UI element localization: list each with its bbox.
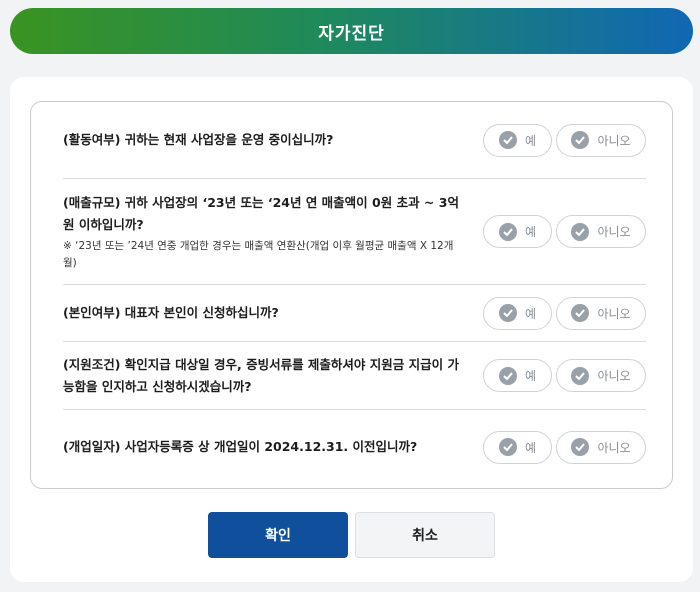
question-row: (본인여부) 대표자 본인이 신청하십니까? 예 아니오 <box>63 285 646 342</box>
question-text: (개업일자) 사업자등록증 상 개업일이 2024.12.31. 이전입니까? <box>63 439 418 454</box>
page-title: 자가진단 <box>318 23 385 44</box>
question-text: (지원조건) 확인지급 대상일 경우, 증빙서류를 제출하셔야 지원금 지급이 … <box>63 356 459 394</box>
question-note: ※ ‘23년 또는 ’24년 연중 개업한 경우는 매출액 연환산(개업 이후 … <box>63 239 454 269</box>
no-option[interactable]: 아니오 <box>556 296 646 330</box>
answer-options: 예 아니오 <box>483 359 646 392</box>
yes-option[interactable]: 예 <box>483 123 552 157</box>
yes-label: 예 <box>524 440 537 455</box>
yes-option[interactable]: 예 <box>483 215 552 248</box>
check-icon <box>498 131 517 149</box>
question-list: (활동여부) 귀하는 현재 사업장을 운영 중이십니까? 예 아니오 (매출규모… <box>30 101 673 489</box>
yes-label: 예 <box>524 133 537 148</box>
title-bar: 자가진단 <box>10 8 693 54</box>
no-label: 아니오 <box>597 306 631 321</box>
check-icon <box>571 131 590 149</box>
check-icon <box>498 438 517 456</box>
yes-option[interactable]: 예 <box>483 430 552 464</box>
answer-options: 예 아니오 <box>483 430 646 464</box>
no-option[interactable]: 아니오 <box>556 123 646 157</box>
no-option[interactable]: 아니오 <box>556 359 646 392</box>
question: (매출규모) 귀하 사업장의 ‘23년 또는 ‘24년 연 매출액이 0원 초과… <box>63 192 463 272</box>
question-row: (개업일자) 사업자등록증 상 개업일이 2024.12.31. 이전입니까? … <box>63 410 646 484</box>
check-icon <box>498 366 517 385</box>
check-icon <box>571 304 590 322</box>
no-label: 아니오 <box>597 369 631 383</box>
question: (개업일자) 사업자등록증 상 개업일이 2024.12.31. 이전입니까? <box>63 436 463 458</box>
question-text: (활동여부) 귀하는 현재 사업장을 운영 중이십니까? <box>63 132 334 147</box>
question-text: (본인여부) 대표자 본인이 신청하십니까? <box>63 305 279 320</box>
answer-options: 예 아니오 <box>483 296 646 330</box>
no-label: 아니오 <box>597 225 631 239</box>
yes-label: 예 <box>524 369 537 383</box>
check-icon <box>571 222 590 241</box>
question-row: (지원조건) 확인지급 대상일 경우, 증빙서류를 제출하셔야 지원금 지급이 … <box>63 342 646 410</box>
no-option[interactable]: 아니오 <box>556 215 646 248</box>
check-icon <box>498 304 517 322</box>
answer-options: 예 아니오 <box>483 215 646 248</box>
question-text: (매출규모) 귀하 사업장의 ‘23년 또는 ‘24년 연 매출액이 0원 초과… <box>63 194 459 232</box>
yes-label: 예 <box>524 306 537 321</box>
cancel-button[interactable]: 취소 <box>355 512 495 558</box>
dialog-panel: (활동여부) 귀하는 현재 사업장을 운영 중이십니까? 예 아니오 (매출규모… <box>10 77 693 582</box>
confirm-button[interactable]: 확인 <box>208 512 348 558</box>
no-option[interactable]: 아니오 <box>556 430 646 464</box>
check-icon <box>571 438 590 456</box>
yes-option[interactable]: 예 <box>483 296 552 330</box>
yes-option[interactable]: 예 <box>483 359 552 392</box>
question: (본인여부) 대표자 본인이 신청하십니까? <box>63 302 463 324</box>
answer-options: 예 아니오 <box>483 123 646 157</box>
question-row: (매출규모) 귀하 사업장의 ‘23년 또는 ‘24년 연 매출액이 0원 초과… <box>63 179 646 285</box>
check-icon <box>498 222 517 241</box>
yes-label: 예 <box>524 225 537 239</box>
question-row: (활동여부) 귀하는 현재 사업장을 운영 중이십니까? 예 아니오 <box>63 102 646 179</box>
no-label: 아니오 <box>597 133 631 148</box>
no-label: 아니오 <box>597 440 631 455</box>
question: (활동여부) 귀하는 현재 사업장을 운영 중이십니까? <box>63 129 463 151</box>
check-icon <box>571 366 590 385</box>
question: (지원조건) 확인지급 대상일 경우, 증빙서류를 제출하셔야 지원금 지급이 … <box>63 354 463 398</box>
